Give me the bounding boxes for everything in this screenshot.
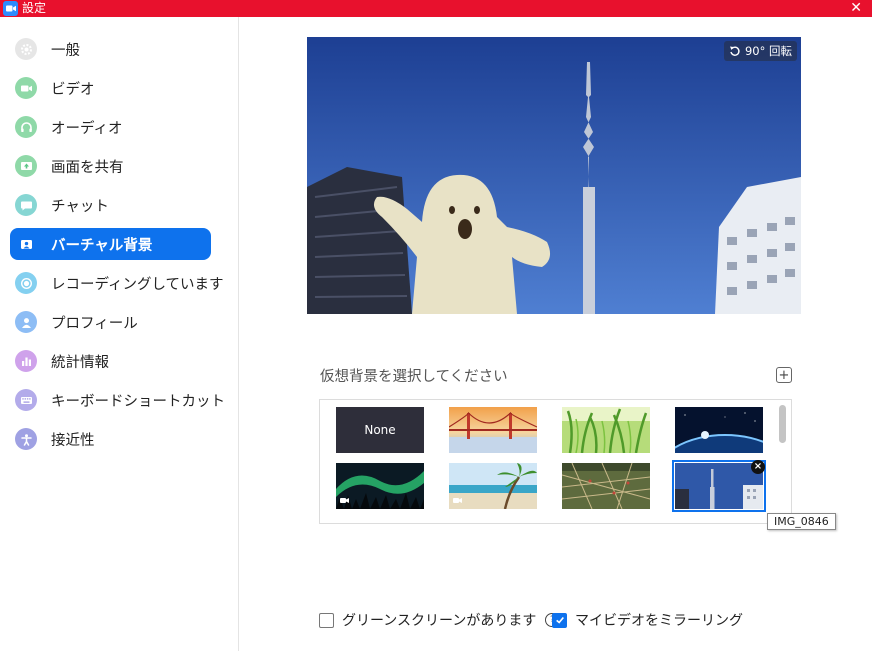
- sidebar-item-profile[interactable]: プロフィール: [10, 306, 211, 338]
- green-screen-label: グリーンスクリーンがあります: [342, 613, 537, 629]
- background-thumb-grass[interactable]: [562, 407, 650, 453]
- headphones-icon: [15, 116, 37, 138]
- keyboard-icon: [15, 389, 37, 411]
- gallery-scrollbar[interactable]: [779, 405, 786, 443]
- sidebar-item-statistics[interactable]: 統計情報: [10, 345, 211, 377]
- sidebar-item-keyboard-shortcuts[interactable]: キーボードショートカット: [10, 384, 225, 416]
- sidebar-item-label: レコーディングしています: [51, 276, 224, 293]
- sidebar-item-label: バーチャル背景: [51, 237, 153, 254]
- sidebar-item-label: 統計情報: [51, 354, 109, 371]
- thumbnail-tooltip: IMG_0846: [767, 513, 836, 530]
- sidebar-item-audio[interactable]: オーディオ: [10, 111, 211, 143]
- mirror-video-label: マイビデオをミラーリング: [575, 613, 743, 629]
- background-thumb-map[interactable]: [562, 463, 650, 509]
- plus-icon: +: [778, 367, 790, 383]
- background-thumb-aurora[interactable]: [336, 463, 424, 509]
- sidebar-item-label: プロフィール: [51, 315, 138, 332]
- sidebar-item-general[interactable]: 一般: [10, 33, 211, 65]
- background-thumb-golden-gate[interactable]: [449, 407, 537, 453]
- rotate-icon: [729, 46, 740, 56]
- gear-icon: [15, 38, 37, 60]
- chat-bubble-icon: [15, 194, 37, 216]
- zoom-app-icon: [3, 1, 18, 16]
- sidebar-item-label: キーボードショートカット: [51, 393, 225, 410]
- camera-preview-image: [307, 37, 801, 314]
- mirror-video-checkbox[interactable]: [552, 612, 567, 628]
- video-camera-icon: [15, 77, 37, 99]
- virtual-background-icon: [15, 233, 37, 255]
- sidebar-item-label: 画面を共有: [51, 159, 124, 176]
- background-thumb-earth-space[interactable]: [675, 407, 763, 453]
- close-icon[interactable]: ✕: [850, 0, 862, 17]
- sidebar-item-recording[interactable]: レコーディングしています: [10, 267, 224, 299]
- statistics-icon: [15, 350, 37, 372]
- sidebar-item-label: チャット: [51, 198, 109, 215]
- sidebar-item-chat[interactable]: チャット: [10, 189, 211, 221]
- sidebar-item-virtual-background[interactable]: バーチャル背景: [10, 228, 211, 260]
- camera-preview: 90° 回転: [307, 37, 801, 314]
- sidebar-item-label: 接近性: [51, 432, 95, 449]
- mirror-video-option: マイビデオをミラーリング: [552, 610, 743, 630]
- rotate-label: 90° 回転: [744, 44, 792, 58]
- background-thumb-none[interactable]: None: [336, 407, 424, 453]
- profile-icon: [15, 311, 37, 333]
- share-screen-icon: [15, 155, 37, 177]
- checkmark-icon: [555, 616, 564, 624]
- add-background-button[interactable]: +: [776, 367, 792, 383]
- settings-sidebar: 一般 ビデオ オーディオ 画面を共有 チャット バーチャル背景 レコーディングし…: [0, 17, 239, 651]
- background-thumb-beach[interactable]: [449, 463, 537, 509]
- sidebar-item-label: オーディオ: [51, 120, 123, 137]
- sidebar-item-share-screen[interactable]: 画面を共有: [10, 150, 211, 182]
- record-icon: [15, 272, 37, 294]
- background-thumb-img-0846[interactable]: [672, 460, 766, 512]
- remove-background-icon[interactable]: ×: [751, 460, 765, 474]
- none-label: None: [364, 423, 396, 437]
- accessibility-icon: [15, 428, 37, 450]
- title-bar: 設定 ✕: [0, 0, 872, 17]
- sidebar-item-label: ビデオ: [51, 81, 95, 98]
- rotate-90-button[interactable]: 90° 回転: [723, 41, 797, 61]
- green-screen-checkbox[interactable]: [319, 612, 334, 628]
- sidebar-item-video[interactable]: ビデオ: [10, 72, 211, 104]
- sidebar-item-accessibility[interactable]: 接近性: [10, 423, 211, 455]
- sidebar-item-label: 一般: [51, 42, 80, 59]
- window-title: 設定: [22, 1, 47, 15]
- green-screen-option: グリーンスクリーンがあります ?: [319, 610, 560, 630]
- select-background-heading: 仮想背景を選択してください: [320, 369, 508, 385]
